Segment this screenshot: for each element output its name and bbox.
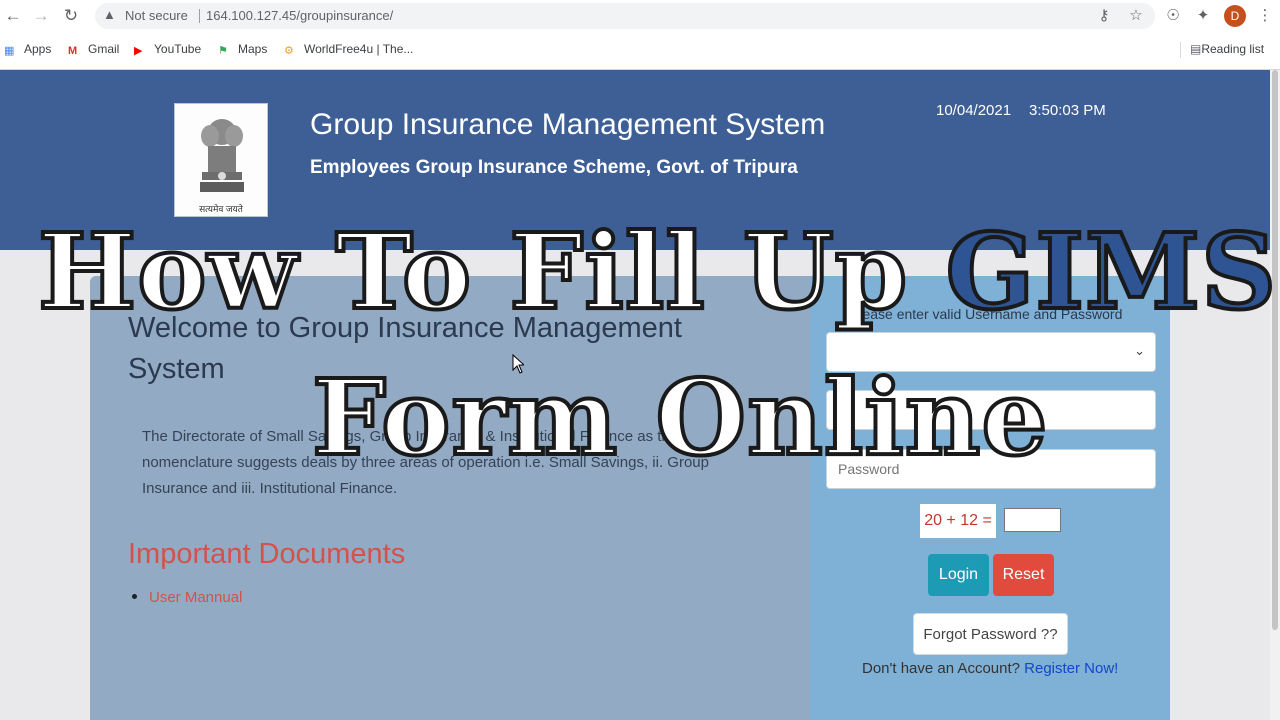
- bookmark-label: Maps: [238, 42, 268, 56]
- bookmark-label: Gmail: [88, 42, 120, 56]
- bookmarks-bar: ▦ Apps M Gmail ▶ YouTube ⚑ Maps ⚙ WorldFree4u…: [0, 38, 1280, 62]
- site-favicon-icon: ⚙: [284, 45, 294, 57]
- maps-icon: ⚑: [218, 45, 228, 57]
- site-header: सत्यमेव जयते Group Insurance Management …: [0, 70, 1270, 250]
- emblem-icon: [200, 119, 244, 192]
- bookmarks-divider: [1180, 42, 1181, 58]
- menu-icon[interactable]: ⋮: [1254, 5, 1276, 27]
- browser-toolbar: ← → ↻ ▲ Not secure 164.100.127.45/groupi…: [0, 0, 1280, 32]
- register-prompt: Don't have an Account? Register Now!: [862, 660, 1118, 677]
- bookmark-gmail[interactable]: M Gmail: [68, 42, 119, 57]
- profile-avatar[interactable]: D: [1224, 5, 1246, 27]
- bookmark-youtube[interactable]: ▶ YouTube: [134, 42, 201, 57]
- key-icon[interactable]: ⚷: [1093, 5, 1115, 27]
- intro-paragraph: The Directorate of Small Savings, Group …: [142, 428, 709, 497]
- address-bar[interactable]: ▲ Not secure 164.100.127.45/groupinsuran…: [95, 3, 1155, 29]
- welcome-heading: Welcome to Group Insurance Management Sy…: [128, 312, 682, 385]
- not-secure-label: Not secure: [125, 8, 188, 23]
- extensions-icon[interactable]: ✦: [1192, 5, 1214, 27]
- back-icon[interactable]: ←: [2, 5, 24, 27]
- url-text[interactable]: 164.100.127.45/groupinsurance/: [206, 8, 393, 23]
- user-manual-link[interactable]: User Mannual: [149, 589, 242, 606]
- documents-list: User Mannual: [132, 589, 242, 606]
- apps-grid-icon: ▦: [4, 45, 15, 57]
- web-page: सत्यमेव जयते Group Insurance Management …: [0, 70, 1270, 720]
- bookmark-worldfree4u[interactable]: ⚙ WorldFree4u | The...: [284, 42, 413, 57]
- chevron-down-icon: ⌄: [1134, 343, 1145, 358]
- youtube-icon: ▶: [134, 45, 143, 57]
- current-time: 3:50:03 PM: [1029, 102, 1106, 119]
- current-date: 10/04/2021: [936, 102, 1012, 119]
- page-scrollbar[interactable]: [1270, 70, 1280, 720]
- main-content: Welcome to Group Insurance Management Sy…: [90, 276, 1170, 720]
- register-prompt-text: Don't have an Account?: [862, 660, 1020, 677]
- bullet-icon: [132, 594, 137, 599]
- user-type-select[interactable]: ⌄: [826, 332, 1156, 372]
- address-divider: [199, 9, 200, 23]
- forgot-password-button[interactable]: Forgot Password ??: [913, 613, 1068, 655]
- bookmark-maps[interactable]: ⚑ Maps: [218, 42, 267, 57]
- reading-list-label: Reading list: [1201, 42, 1265, 56]
- captcha-answer-field[interactable]: [1004, 508, 1061, 532]
- bookmark-label: WorldFree4u | The...: [304, 42, 414, 56]
- state-emblem: सत्यमेव जयते: [174, 103, 268, 217]
- scrollbar-thumb[interactable]: [1272, 70, 1278, 630]
- gmail-icon: M: [68, 45, 78, 57]
- globe-icon[interactable]: ☉: [1162, 5, 1184, 27]
- bookmark-label: Apps: [24, 42, 52, 56]
- username-field[interactable]: [826, 390, 1156, 430]
- star-icon[interactable]: ☆: [1125, 5, 1147, 27]
- register-link[interactable]: Register Now!: [1024, 660, 1118, 677]
- emblem-motto: सत्यमेव जयते: [199, 204, 243, 214]
- forward-icon[interactable]: →: [30, 5, 52, 27]
- site-subtitle: Employees Group Insurance Scheme, Govt. …: [310, 157, 798, 178]
- reading-list-button[interactable]: ▤Reading list: [1190, 42, 1264, 56]
- reading-list-icon: ▤: [1190, 42, 1202, 56]
- warning-icon: ▲: [103, 7, 116, 22]
- bookmark-label: YouTube: [154, 42, 202, 56]
- captcha-question: 20 + 12 =: [920, 504, 996, 538]
- important-documents-heading: Important Documents: [128, 538, 406, 570]
- browser-chrome: ← → ↻ ▲ Not secure 164.100.127.45/groupi…: [0, 0, 1280, 70]
- site-title: Group Insurance Management System: [310, 108, 826, 141]
- login-panel: Please enter valid Username and Password…: [810, 276, 1170, 720]
- login-hint: Please enter valid Username and Password: [850, 306, 1123, 322]
- reload-icon[interactable]: ↻: [60, 5, 82, 27]
- mouse-cursor-icon: [512, 354, 524, 374]
- bookmark-apps[interactable]: ▦ Apps: [4, 42, 51, 57]
- list-item: User Mannual: [132, 589, 242, 606]
- password-field[interactable]: [826, 449, 1156, 489]
- login-button[interactable]: Login: [928, 554, 989, 596]
- reset-button[interactable]: Reset: [993, 554, 1054, 596]
